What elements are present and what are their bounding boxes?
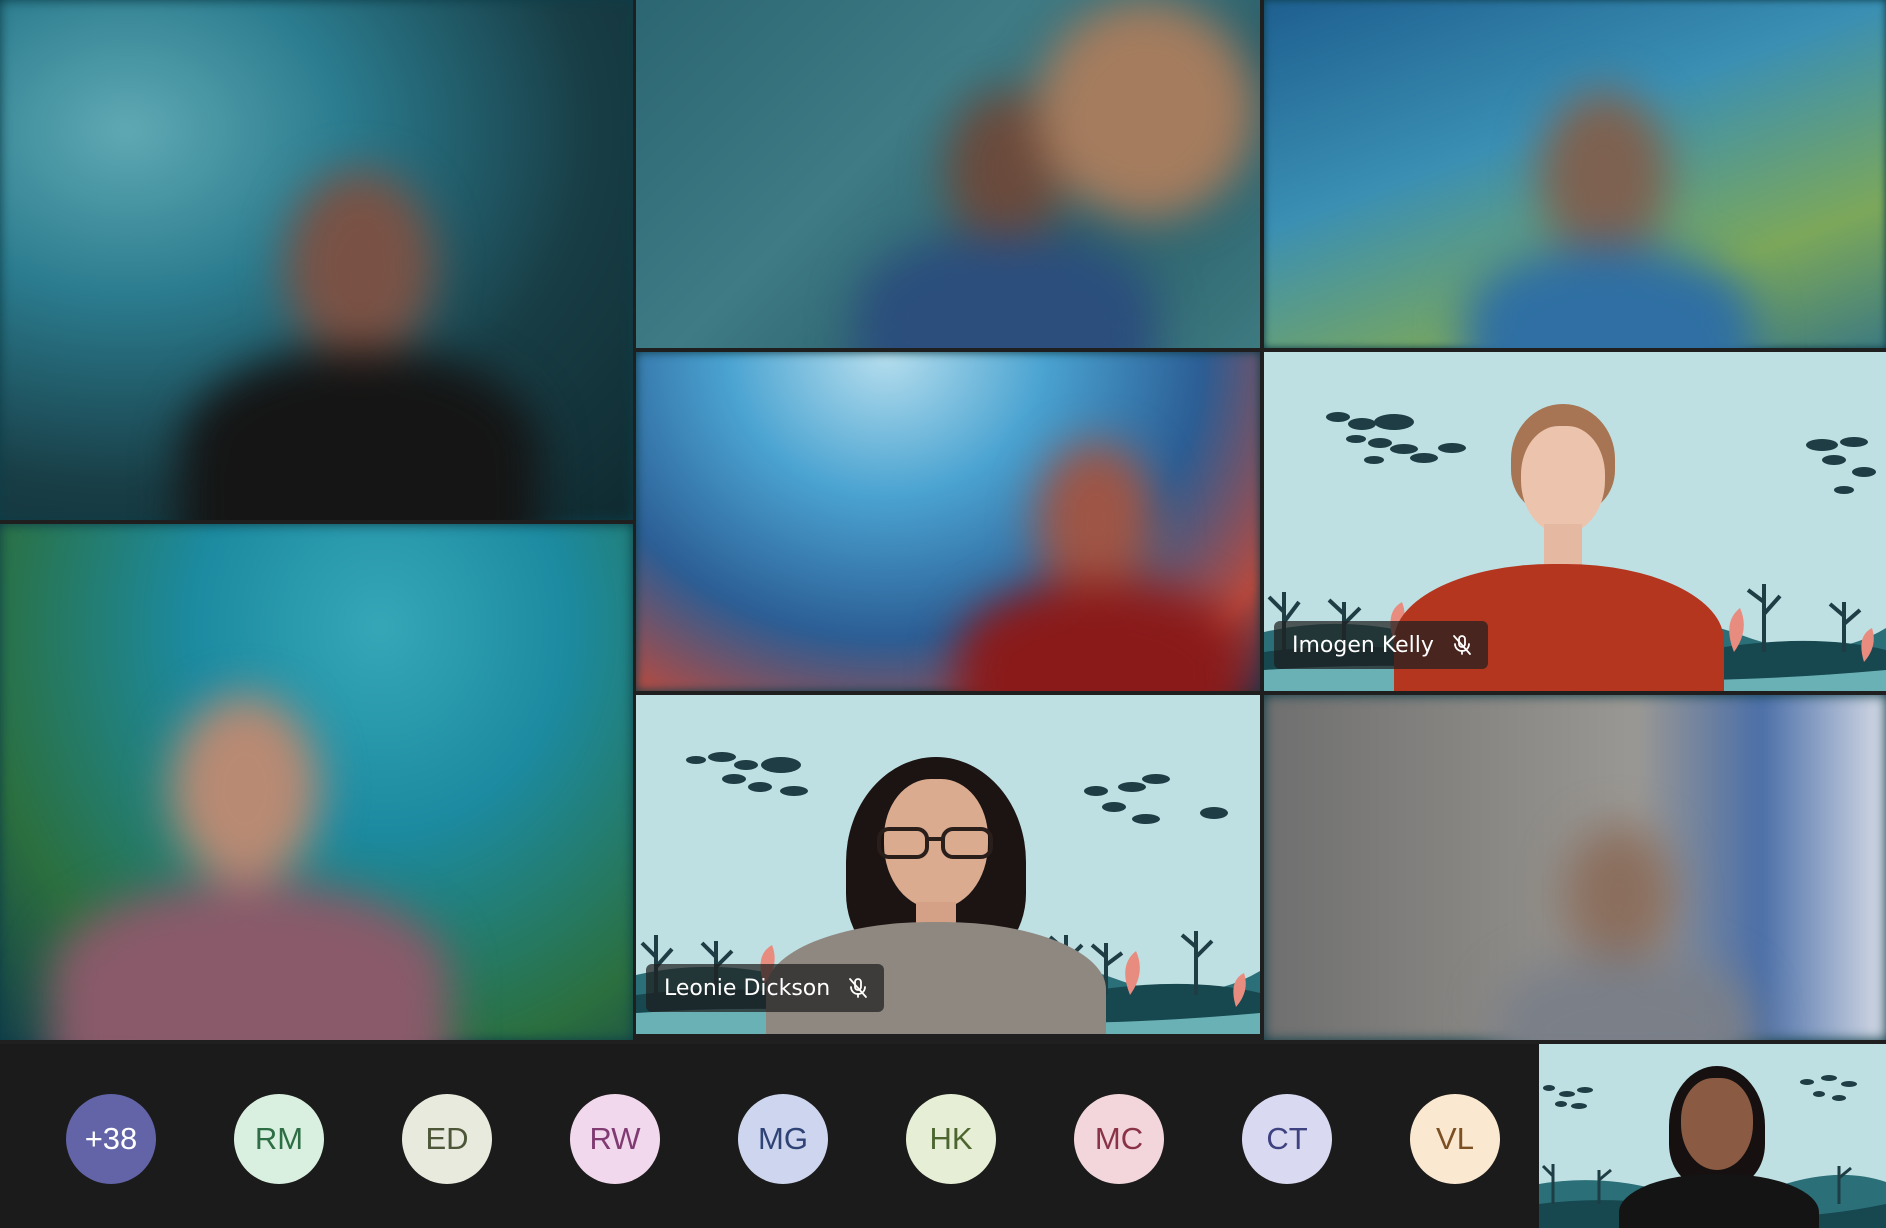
self-face <box>1681 1078 1753 1170</box>
participant-video <box>956 422 1256 691</box>
participant-face <box>1521 426 1605 534</box>
participant-roster-bar: +38 RM ED RW MG HK MC CT VL <box>0 1044 1539 1228</box>
avatar-initials: VL <box>1436 1121 1474 1156</box>
video-tile-imogen-kelly[interactable]: Imogen Kelly <box>1264 352 1886 691</box>
video-tile-participant-3[interactable] <box>1264 0 1886 348</box>
participant-video <box>1444 70 1774 348</box>
participant-name-label: Imogen Kelly <box>1274 621 1488 669</box>
participant-avatar-rw[interactable]: RW <box>570 1094 660 1184</box>
participant-video <box>806 0 1256 348</box>
video-tile-participant-4[interactable] <box>636 352 1260 691</box>
participant-avatar-vl[interactable]: VL <box>1410 1094 1500 1184</box>
participant-avatar-hk[interactable]: HK <box>906 1094 996 1184</box>
participant-avatar-mc[interactable]: MC <box>1074 1094 1164 1184</box>
video-tile-participant-1[interactable] <box>0 0 633 520</box>
video-tile-participant-2[interactable] <box>636 0 1260 348</box>
participant-avatar-rm[interactable]: RM <box>234 1094 324 1184</box>
video-tile-participant-5[interactable] <box>0 524 633 1040</box>
video-tile-participant-6[interactable] <box>1264 695 1886 1040</box>
participant-name: Imogen Kelly <box>1292 632 1434 658</box>
participant-video <box>30 674 460 1040</box>
participant-name: Leonie Dickson <box>664 975 831 1001</box>
participant-glasses <box>877 827 993 859</box>
avatar-initials: RM <box>254 1121 304 1156</box>
mic-off-icon <box>1453 635 1471 655</box>
avatar-initials: RW <box>589 1121 641 1156</box>
participant-video <box>140 150 560 520</box>
participant-video <box>1494 805 1754 1040</box>
video-tile-leonie-dickson[interactable]: Leonie Dickson <box>636 695 1260 1034</box>
avatar-initials: MG <box>758 1121 808 1156</box>
self-video <box>1609 1066 1819 1228</box>
avatar-initials: CT <box>1266 1121 1308 1156</box>
mic-off-icon <box>849 978 868 998</box>
more-participants-count: +38 <box>84 1121 138 1156</box>
more-participants-button[interactable]: +38 <box>66 1094 156 1184</box>
participant-avatar-ct[interactable]: CT <box>1242 1094 1332 1184</box>
avatar-initials: HK <box>929 1121 973 1156</box>
participant-neck <box>1544 524 1582 568</box>
avatar-initials: ED <box>425 1121 469 1156</box>
avatar-initials: MC <box>1094 1121 1144 1156</box>
self-shirt <box>1619 1174 1819 1228</box>
participant-avatar-ed[interactable]: ED <box>402 1094 492 1184</box>
self-view-tile[interactable] <box>1539 1044 1886 1228</box>
participant-avatar-mg[interactable]: MG <box>738 1094 828 1184</box>
participant-name-label: Leonie Dickson <box>646 964 885 1012</box>
